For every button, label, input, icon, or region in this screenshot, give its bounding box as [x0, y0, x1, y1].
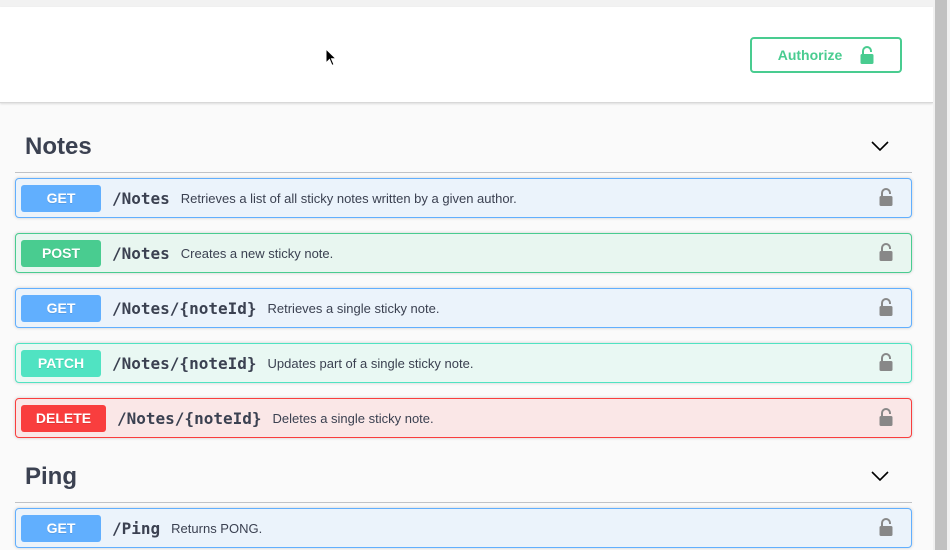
operation-path: /Notes/{noteId}	[112, 353, 257, 373]
unlocked-lock-icon[interactable]	[879, 298, 893, 321]
unlocked-lock-icon[interactable]	[879, 188, 893, 211]
operation-summary: Updates part of a single sticky note.	[267, 355, 474, 371]
operation-get-note-by-id[interactable]: GET /Notes/{noteId} Retrieves a single s…	[15, 288, 912, 328]
operation-summary: Returns PONG.	[171, 520, 263, 536]
authorize-label: Authorize	[777, 47, 843, 63]
top-strip	[0, 0, 933, 7]
operation-path: /Notes/{noteId}	[117, 408, 262, 428]
chevron-down-icon[interactable]	[870, 466, 890, 491]
operation-post-notes[interactable]: POST /Notes Creates a new sticky note.	[15, 233, 912, 273]
unlocked-lock-icon[interactable]	[879, 353, 893, 376]
tag-header-ping[interactable]: Ping	[15, 452, 912, 503]
method-badge: POST	[21, 239, 101, 267]
tag-section-notes: Notes	[15, 122, 912, 173]
operation-summary: Retrieves a list of all sticky notes wri…	[180, 190, 517, 206]
tag-header-notes[interactable]: Notes	[15, 122, 912, 173]
unlocked-lock-icon[interactable]	[879, 243, 893, 266]
chevron-down-icon[interactable]	[870, 136, 890, 161]
method-badge: GET	[21, 294, 101, 322]
tag-section-ping: Ping	[15, 452, 912, 503]
method-badge: DELETE	[21, 404, 106, 432]
operation-get-ping[interactable]: GET /Ping Returns PONG.	[15, 508, 912, 548]
scrollbar-thumb[interactable]	[935, 0, 947, 550]
method-badge: PATCH	[21, 349, 101, 377]
operation-summary: Creates a new sticky note.	[180, 245, 334, 261]
operation-path: /Notes	[112, 188, 170, 208]
method-badge: GET	[21, 184, 101, 212]
operation-summary: Retrieves a single sticky note.	[267, 300, 440, 316]
authorize-button[interactable]: Authorize	[750, 37, 902, 73]
operation-delete-note[interactable]: DELETE /Notes/{noteId} Deletes a single …	[15, 398, 912, 438]
operation-path: /Notes/{noteId}	[112, 298, 257, 318]
unlocked-lock-icon[interactable]	[879, 518, 893, 541]
operation-summary: Deletes a single sticky note.	[272, 410, 434, 426]
unlocked-lock-icon[interactable]	[879, 408, 893, 431]
unlocked-lock-icon	[860, 46, 874, 64]
tag-title: Notes	[25, 133, 92, 160]
method-badge: GET	[21, 514, 101, 542]
operation-patch-note[interactable]: PATCH /Notes/{noteId} Updates part of a …	[15, 343, 912, 383]
operation-path: /Notes	[112, 243, 170, 263]
operation-path: /Ping	[112, 518, 161, 538]
scheme-container: Authorize	[0, 7, 933, 103]
tag-title: Ping	[25, 463, 77, 490]
operation-get-notes[interactable]: GET /Notes Retrieves a list of all stick…	[15, 178, 912, 218]
mouse-cursor-icon	[325, 47, 338, 72]
